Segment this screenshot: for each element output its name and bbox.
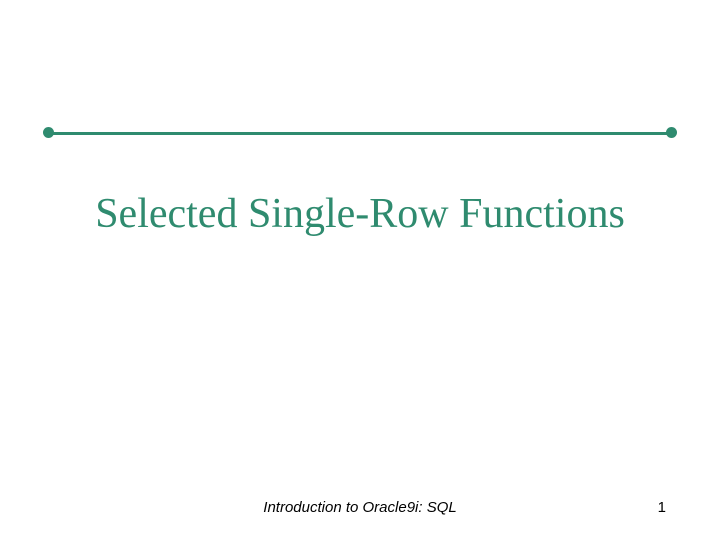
slide-title: Selected Single-Row Functions [0, 190, 720, 238]
divider-line [48, 132, 672, 135]
page-number: 1 [658, 499, 666, 516]
slide: Selected Single-Row Functions Introducti… [0, 0, 720, 540]
divider-dot-right [666, 127, 677, 138]
footer-caption: Introduction to Oracle9i: SQL [0, 499, 720, 516]
divider-dot-left [43, 127, 54, 138]
